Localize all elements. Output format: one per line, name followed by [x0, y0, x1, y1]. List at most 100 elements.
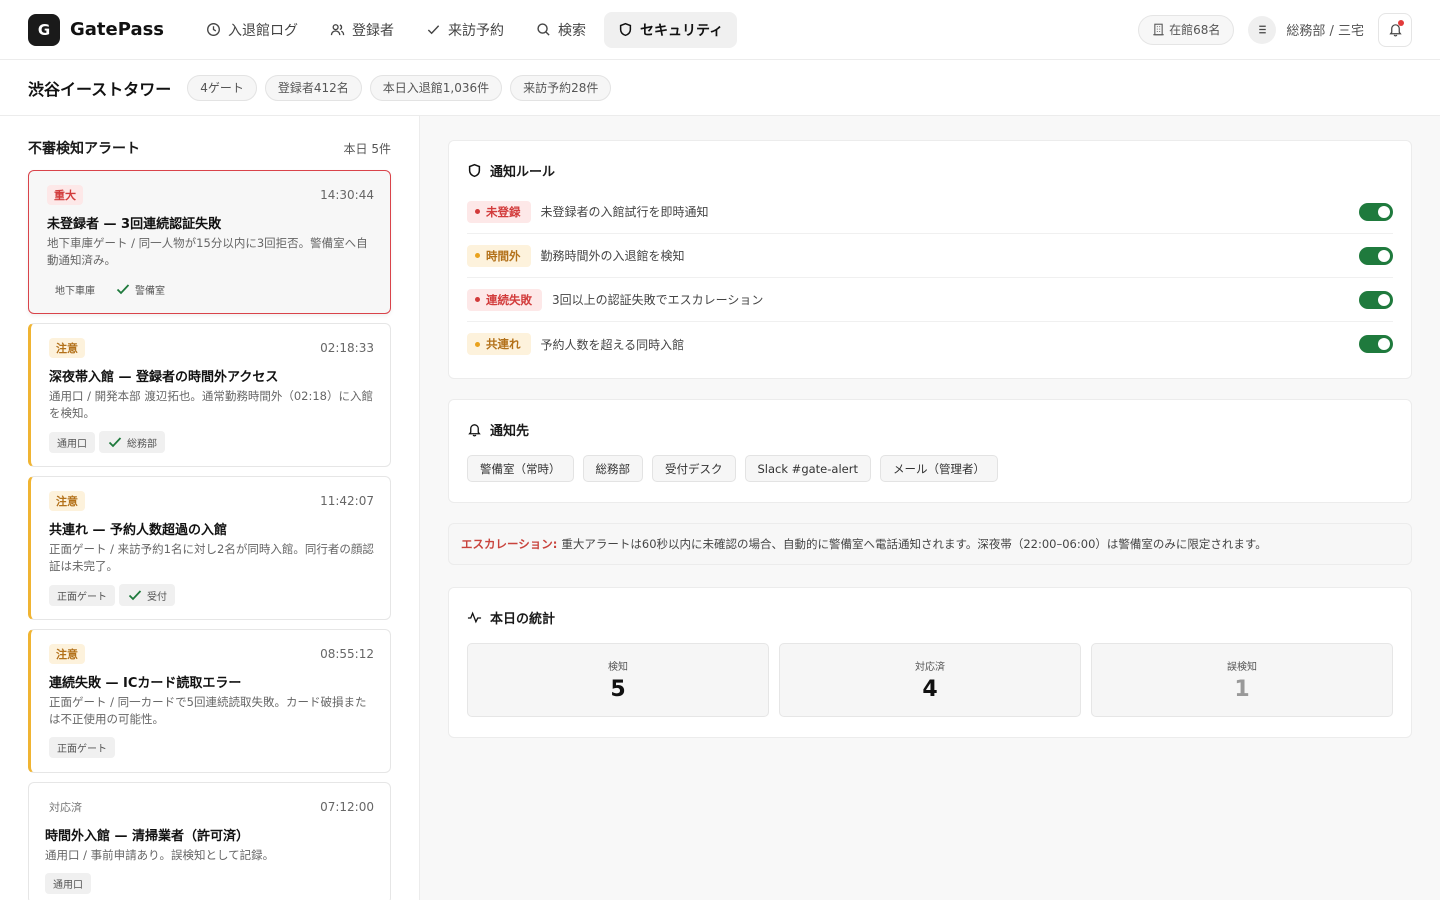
rule-description: 未登録者の入館試行を即時通知 [540, 205, 709, 219]
location-tag: 正面ゲート [49, 584, 115, 606]
daily-stats-card: 本日の統計 検知 5 対応済 4 誤検知 1 [448, 587, 1412, 738]
recipient-chip[interactable]: Slack #gate-alert [744, 455, 871, 482]
alerts-header: 不審検知アラート 本日 5件 [28, 136, 391, 160]
alert-time: 14:30:44 [320, 188, 374, 202]
escalation-text: 重大アラートは60秒以内に未確認の場合、自動的に警備室へ電話通知されます。深夜帯… [561, 537, 1267, 551]
recipient-chip[interactable]: 警備室（常時） [467, 455, 574, 482]
severity-badge: 注意 [49, 338, 85, 358]
alert-card[interactable]: 注意 08:55:12 連続失敗 — ICカード読取エラー 正面ゲート / 同一… [28, 629, 391, 773]
rule-row: 連続失敗 3回以上の認証失敗でエスカレーション [467, 278, 1393, 322]
stats-header: 本日の統計 [467, 608, 1393, 627]
building-icon [1153, 23, 1164, 36]
alert-time: 08:55:12 [320, 647, 374, 661]
rule-badge-label: 連続失敗 [486, 292, 532, 307]
rule-badge: 未登録 [467, 200, 531, 223]
ack-label: 総務部 [127, 438, 157, 450]
nav-label: 検索 [558, 22, 587, 39]
stat-false-positive: 誤検知 1 [1091, 643, 1393, 717]
check-icon [128, 590, 142, 601]
notifications-button[interactable] [1378, 12, 1412, 47]
rule-description: 勤務時間外の入退館を検知 [540, 249, 685, 263]
acknowledged-tag: 受付 [119, 584, 175, 606]
stats-grid: 検知 5 対応済 4 誤検知 1 [467, 643, 1393, 717]
top-navigation-bar: G GatePass 入退館ログ 登録者 来訪予約 検索 セキュリティ 在館68… [0, 0, 1440, 60]
recipients-header: 通知先 [467, 420, 1393, 439]
entries-today-chip: 本日入退館1,036件 [369, 74, 503, 101]
user-menu[interactable]: 総務部 / 三宅 [1248, 15, 1364, 44]
menu-lines-icon [1259, 25, 1266, 34]
stat-label: 誤検知 [1227, 662, 1257, 673]
recipient-chip[interactable]: メール（管理者） [879, 455, 998, 482]
acknowledged-tag: 警備室 [107, 278, 173, 300]
registrants-chip: 登録者412名 [264, 74, 362, 101]
bell-icon [468, 424, 481, 437]
nav-item-entry-log[interactable]: 入退館ログ [192, 12, 312, 48]
escalation-label: エスカレーション: [461, 537, 558, 551]
ack-label: 受付 [147, 591, 167, 603]
rule-badge-label: 未登録 [486, 204, 521, 219]
rule-toggle[interactable] [1359, 246, 1393, 265]
alert-time: 02:18:33 [320, 341, 374, 355]
rules-title: 通知ルール [490, 165, 556, 180]
security-settings-panel: 通知ルール 未登録 未登録者の入館試行を即時通知 時間外 勤務時間外の入退館を検… [420, 116, 1440, 900]
location-tag: 正面ゲート [49, 737, 115, 758]
nav-item-registrants[interactable]: 登録者 [316, 12, 408, 48]
alert-card[interactable]: 重大 14:30:44 未登録者 — 3回連続認証失敗 地下車庫ゲート / 同一… [28, 170, 391, 314]
search-icon [537, 23, 550, 36]
stat-label: 検知 [608, 662, 628, 673]
location-tag: 通用口 [49, 431, 95, 453]
building-summary-bar: 渋谷イーストタワー 4ゲート 登録者412名 本日入退館1,036件 来訪予約2… [0, 60, 1440, 116]
alert-card[interactable]: 対応済 07:12:00 時間外入館 — 清掃業者（許可済） 通用口 / 事前申… [28, 782, 391, 900]
recipient-chip[interactable]: 受付デスク [652, 455, 736, 482]
avatar [1248, 15, 1277, 44]
alert-title: 深夜帯入館 — 登録者の時間外アクセス [49, 370, 279, 385]
users-icon [330, 24, 345, 36]
rule-toggle[interactable] [1359, 202, 1393, 221]
acknowledged-tag: 総務部 [99, 431, 165, 453]
ack-label: 警備室 [135, 285, 165, 297]
stats-title: 本日の統計 [490, 612, 556, 627]
nav-label: 入退館ログ [228, 22, 299, 39]
rule-badge: 共連れ [467, 333, 531, 355]
location-tag: 通用口 [45, 873, 91, 894]
severity-badge: 重大 [47, 185, 83, 205]
alert-card[interactable]: 注意 11:42:07 共連れ — 予約人数超過の入館 正面ゲート / 来訪予約… [28, 476, 391, 620]
rule-toggle[interactable] [1359, 290, 1393, 309]
nav-label: 登録者 [352, 22, 395, 39]
severity-badge: 注意 [49, 491, 85, 511]
rule-row: 共連れ 予約人数を超える同時入館 [467, 322, 1393, 366]
gates-chip: 4ゲート [187, 74, 257, 101]
rule-badge: 連続失敗 [467, 288, 542, 311]
alert-card[interactable]: 注意 02:18:33 深夜帯入館 — 登録者の時間外アクセス 通用口 / 開発… [28, 323, 391, 467]
shield-icon [468, 163, 481, 178]
alert-time: 07:12:00 [320, 800, 374, 814]
alert-title: 連続失敗 — ICカード読取エラー [49, 676, 242, 691]
rule-badge-label: 時間外 [486, 248, 521, 263]
nav-item-visit-reservations[interactable]: 来訪予約 [412, 12, 518, 48]
nav-label: セキュリティ [640, 22, 724, 39]
recipient-chip[interactable]: 総務部 [582, 455, 643, 482]
occupancy-badge: 在館68名 [1138, 14, 1235, 45]
alerts-title: 不審検知アラート [28, 141, 140, 157]
main-nav: 入退館ログ 登録者 来訪予約 検索 セキュリティ [192, 11, 738, 48]
stat-label: 対応済 [915, 662, 945, 673]
rule-toggle[interactable] [1359, 335, 1393, 353]
app-name: GatePass [70, 19, 165, 40]
location-tag: 地下車庫 [55, 285, 95, 297]
nav-item-search[interactable]: 検索 [522, 12, 600, 48]
rule-description: 3回以上の認証失敗でエスカレーション [552, 293, 764, 307]
severity-badge: 注意 [49, 644, 85, 664]
check-icon [427, 25, 440, 35]
nav-item-security[interactable]: セキュリティ [604, 11, 738, 48]
main-content: 不審検知アラート 本日 5件 重大 14:30:44 未登録者 — 3回連続認証… [0, 116, 1440, 900]
check-icon [116, 284, 130, 295]
notification-dot [1398, 19, 1404, 26]
app-logo[interactable]: G GatePass [28, 13, 165, 46]
building-name[interactable]: 渋谷イーストタワー [28, 76, 171, 100]
shield-icon [619, 22, 632, 37]
recipients-list: 警備室（常時） 総務部 受付デスク Slack #gate-alert メール（… [467, 455, 1393, 482]
rule-badge-label: 共連れ [486, 337, 521, 351]
rule-row: 未登録 未登録者の入館試行を即時通知 [467, 190, 1393, 234]
user-name: 総務部 / 三宅 [1286, 24, 1364, 39]
alert-title: 未登録者 — 3回連続認証失敗 [47, 217, 222, 232]
